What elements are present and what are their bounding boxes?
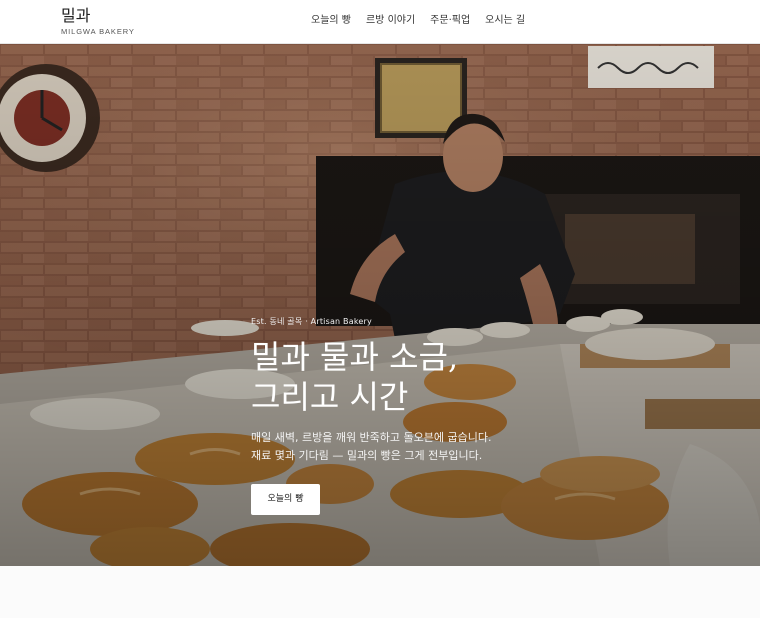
nav-item-levain-story[interactable]: 르방 이야기 <box>366 14 415 28</box>
hero-title-line-2: 그리고 시간 <box>251 378 409 416</box>
main-nav: 오늘의 빵 르방 이야기 주문·픽업 오시는 길 <box>311 14 525 28</box>
nav-item-directions[interactable]: 오시는 길 <box>485 14 525 28</box>
hero-description-line-1: 매일 새벽, 르방을 깨워 반죽하고 돌오븐에 굽습니다. <box>251 431 492 444</box>
hero-content: Est. 동네 골목 · Artisan Bakery 밀과 물과 소금, 그리… <box>251 316 711 515</box>
hero-title: 밀과 물과 소금, 그리고 시간 <box>251 337 711 417</box>
hero-section: Est. 동네 골목 · Artisan Bakery 밀과 물과 소금, 그리… <box>0 44 760 566</box>
next-section <box>0 566 760 618</box>
hero-eyebrow: Est. 동네 골목 · Artisan Bakery <box>251 317 372 326</box>
hero-title-line-1: 밀과 물과 소금, <box>251 338 459 376</box>
nav-item-order-pickup[interactable]: 주문·픽업 <box>430 14 470 28</box>
hero-description: 매일 새벽, 르방을 깨워 반죽하고 돌오븐에 굽습니다. 재료 몇과 기다림 … <box>251 429 711 465</box>
logo[interactable]: 밀과 MILGWA BAKERY <box>61 6 135 36</box>
logo-subtitle: MILGWA BAKERY <box>61 27 135 36</box>
todays-bread-button[interactable]: 오늘의 빵 <box>251 484 320 515</box>
hero-description-line-2: 재료 몇과 기다림 — 밀과의 빵은 그게 전부입니다. <box>251 449 483 462</box>
nav-item-today-bread[interactable]: 오늘의 빵 <box>311 14 351 28</box>
logo-title: 밀과 <box>61 6 91 25</box>
site-header: 밀과 MILGWA BAKERY 오늘의 빵 르방 이야기 주문·픽업 오시는 … <box>0 0 760 44</box>
